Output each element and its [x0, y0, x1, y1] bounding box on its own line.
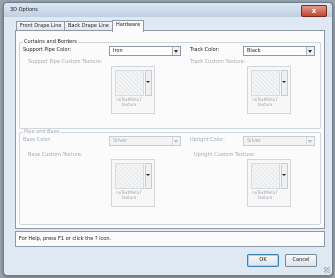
upright-color-select[interactable]: Silver — [243, 136, 315, 146]
help-text: For Help, press F1 or click the ? icon. — [19, 236, 112, 242]
tab-hardware[interactable]: Hardware — [112, 20, 145, 32]
chevron-down-icon — [172, 137, 180, 145]
ok-button[interactable]: OK — [247, 254, 279, 267]
curtains-borders-title: Curtains and Borders — [23, 39, 78, 45]
support-pipe-texture-label: Support Pipe Custom Texture: — [28, 59, 103, 65]
resize-grip-icon[interactable] — [324, 267, 330, 273]
base-texture-label: Base Custom Texture: — [28, 152, 83, 158]
options-dialog: 3D Options x Front Drape Line Back Drape… — [3, 2, 333, 276]
base-color-value: Silver — [113, 138, 128, 144]
base-color-label: Base Color: — [23, 137, 52, 143]
texture-preview — [115, 163, 144, 189]
base-color-select[interactable]: Silver — [109, 136, 181, 146]
texture-dropdown-button[interactable] — [281, 70, 288, 96]
chevron-down-icon — [306, 137, 314, 145]
texture-name: noTextMeta7 texture — [116, 97, 142, 107]
track-texture-label: Track Custom Texture: — [190, 59, 246, 65]
texture-name: noTextMeta7 texture — [116, 190, 142, 200]
upright-texture-label: Upright Custom Texture: — [194, 152, 255, 158]
upright-color-value: Silver — [247, 138, 262, 144]
cancel-button[interactable]: Cancel — [285, 254, 317, 267]
upright-color-label: Upright Color: — [190, 137, 225, 143]
hardware-panel: Curtains and Borders Support Pipe Color:… — [15, 30, 325, 229]
close-button[interactable]: x — [301, 5, 327, 17]
texture-dropdown-button[interactable] — [145, 70, 152, 96]
track-color-value: Black — [247, 48, 261, 54]
support-pipe-color-select[interactable]: Iron — [109, 46, 181, 56]
pipe-base-group: Pipe and Base Base Color: Silver Upright… — [19, 129, 321, 225]
chevron-down-icon — [172, 47, 180, 55]
support-pipe-color-label: Support Pipe Color: — [23, 47, 72, 53]
support-pipe-color-value: Iron — [113, 48, 123, 54]
texture-preview — [115, 70, 144, 96]
track-color-select[interactable]: Black — [243, 46, 315, 56]
chevron-down-icon — [306, 47, 314, 55]
pipe-base-title: Pipe and Base — [23, 129, 61, 135]
upright-texture-picker[interactable]: noTextMeta7 texture — [247, 159, 291, 207]
title-bar: 3D Options x — [4, 3, 332, 17]
dialog-title: 3D Options — [10, 7, 38, 13]
help-bar: For Help, press F1 or click the ? icon. — [15, 231, 325, 247]
texture-dropdown-button[interactable] — [281, 163, 288, 189]
curtains-borders-group: Curtains and Borders Support Pipe Color:… — [19, 39, 321, 129]
texture-dropdown-button[interactable] — [145, 163, 152, 189]
texture-name: noTextMeta7 texture — [252, 190, 278, 200]
base-texture-picker[interactable]: noTextMeta7 texture — [111, 159, 155, 207]
texture-preview — [251, 70, 280, 96]
track-texture-picker[interactable]: noTextMeta7 texture — [247, 66, 291, 114]
support-pipe-texture-picker[interactable]: noTextMeta7 texture — [111, 66, 155, 114]
texture-preview — [251, 163, 280, 189]
texture-name: noTextMeta7 texture — [252, 97, 278, 107]
track-color-label: Track Color: — [190, 47, 220, 53]
